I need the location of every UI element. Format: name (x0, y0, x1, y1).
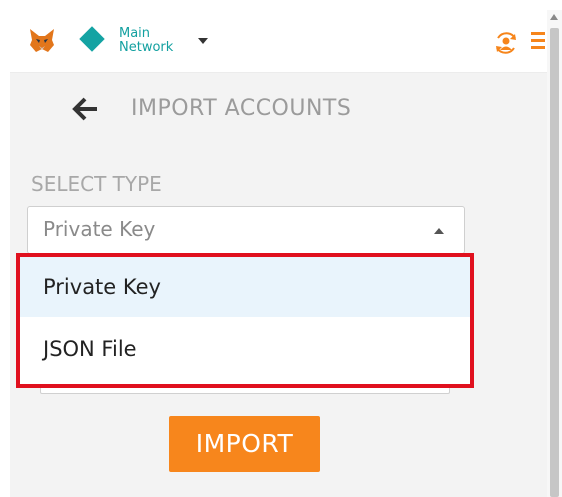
hamburger-menu-icon[interactable] (531, 32, 547, 52)
scroll-thumb[interactable] (550, 28, 559, 497)
network-selector[interactable]: Main Network (119, 27, 199, 55)
scroll-up-icon[interactable] (550, 14, 558, 20)
back-arrow-icon[interactable] (70, 94, 100, 124)
import-type-select[interactable]: Private Key (27, 206, 465, 254)
import-type-options: Private Key JSON File (16, 253, 474, 388)
metamask-popup: Main Network IMPORT ACCOUNTS SELECT TYPE… (10, 10, 547, 497)
import-button[interactable]: IMPORT (169, 416, 320, 472)
select-current-value: Private Key (43, 217, 156, 241)
network-label-line2: Network (119, 40, 174, 55)
top-bar: Main Network (10, 10, 547, 73)
select-type-label: SELECT TYPE (31, 172, 162, 196)
scrollbar[interactable] (547, 10, 562, 497)
option-json-file[interactable]: JSON File (20, 319, 470, 379)
option-private-key[interactable]: Private Key (20, 257, 470, 317)
select-arrow-icon (434, 228, 444, 234)
dropdown-caret-icon[interactable] (198, 38, 208, 44)
network-label-line1: Main (119, 26, 151, 41)
option-label: Private Key (43, 275, 161, 299)
page-title: IMPORT ACCOUNTS (131, 96, 352, 121)
network-diamond-icon (79, 26, 105, 52)
option-label: JSON File (43, 337, 137, 361)
metamask-fox-icon[interactable] (28, 28, 56, 54)
account-switch-icon[interactable] (493, 30, 519, 56)
